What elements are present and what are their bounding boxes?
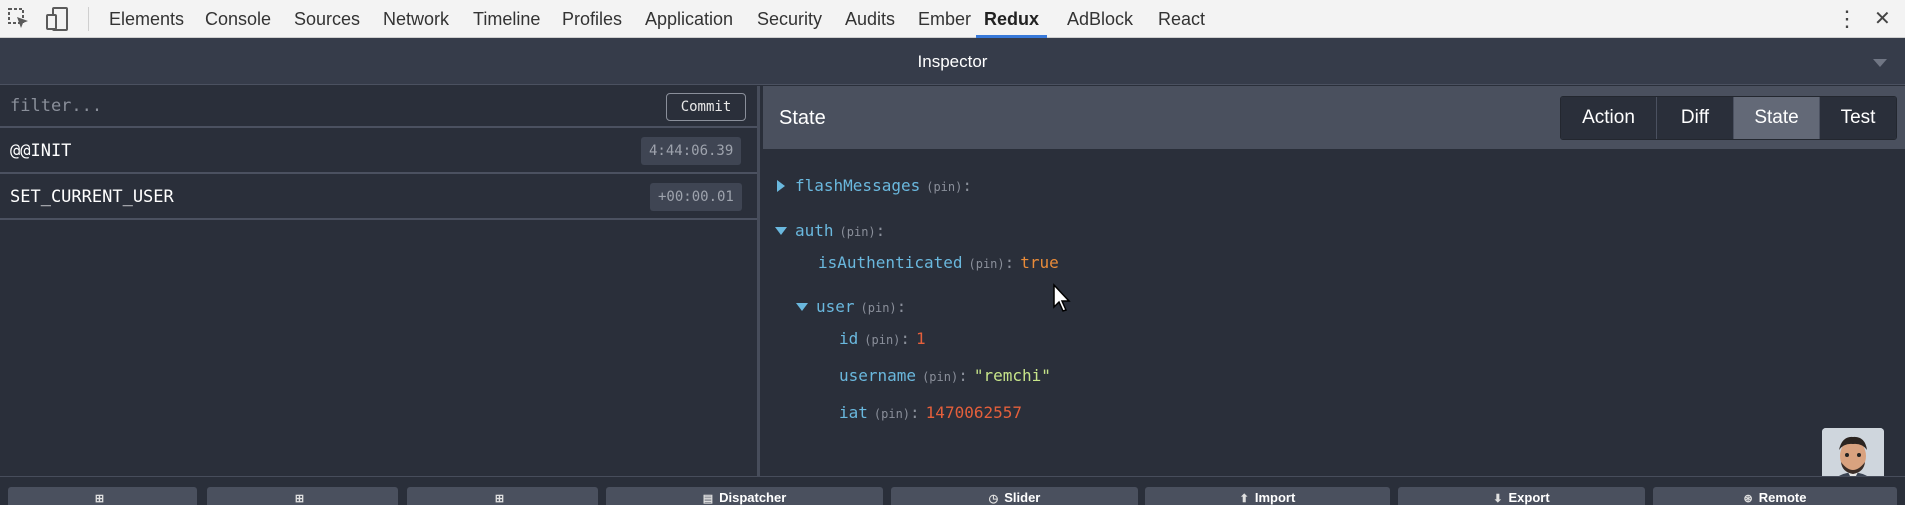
mouse-cursor-icon [1053, 283, 1071, 312]
pin-link[interactable]: (pin) [861, 301, 897, 315]
pin-link[interactable]: (pin) [840, 225, 876, 239]
value-number: 1470062557 [925, 403, 1022, 422]
export-button[interactable]: ⬇ Export [1398, 487, 1645, 505]
layout-icon: ⊞ [494, 493, 505, 505]
devtools-tab-bar: Elements Console Sources Network Timelin… [0, 0, 1905, 38]
tab-network[interactable]: Network [383, 0, 449, 38]
action-timestamp: 4:44:06.39 [641, 137, 742, 165]
action-name: SET_CURRENT_USER [10, 187, 174, 207]
tree-node-isauthenticated: isAuthenticated (pin): true [818, 253, 1059, 272]
tab-timeline[interactable]: Timeline [473, 0, 540, 38]
upload-icon: ⬆ [1239, 493, 1249, 505]
tab-test[interactable]: Test [1820, 97, 1896, 139]
layout-icon: ⊞ [94, 493, 105, 505]
pin-link[interactable]: (pin) [864, 333, 900, 347]
tab-console[interactable]: Console [205, 0, 271, 38]
close-icon[interactable]: ✕ [1874, 0, 1891, 38]
tree-node-username: username (pin): "remchi" [839, 366, 1051, 385]
tab-ember[interactable]: Ember [918, 0, 971, 38]
inspector-title: Inspector [917, 52, 988, 71]
device-toolbar-icon[interactable] [44, 6, 70, 32]
tab-audits[interactable]: Audits [845, 0, 895, 38]
more-menu-icon[interactable]: ⋮ [1836, 0, 1858, 38]
filter-row: Commit [0, 86, 757, 128]
dispatcher-icon: ▤ [702, 493, 714, 505]
tab-state[interactable]: State [1734, 97, 1820, 139]
tab-profiles[interactable]: Profiles [562, 0, 622, 38]
collapse-arrow-icon[interactable] [796, 303, 808, 311]
pin-link[interactable]: (pin) [874, 407, 910, 421]
pin-link[interactable]: (pin) [926, 180, 962, 194]
tree-node-flashmessages[interactable]: flashMessages (pin): [777, 176, 972, 195]
layout-button[interactable]: ⊞ [407, 487, 598, 505]
slider-button[interactable]: ◷ Slider [891, 487, 1138, 505]
action-item[interactable]: @@INIT 4:44:06.39 [0, 128, 757, 174]
pin-link[interactable]: (pin) [922, 370, 958, 384]
layout-button[interactable]: ⊞ [8, 487, 197, 505]
tree-node-id: id (pin): 1 [839, 329, 926, 348]
pin-link[interactable]: (pin) [969, 257, 1005, 271]
value-string: "remchi" [973, 366, 1051, 385]
toolbar-divider [88, 7, 89, 31]
import-button[interactable]: ⬆ Import [1145, 487, 1390, 505]
chevron-down-icon[interactable] [1873, 59, 1887, 67]
state-panel-header: State Action Diff State Test [763, 86, 1905, 149]
tab-redux[interactable]: Redux [976, 0, 1048, 38]
action-timestamp: +00:00.01 [650, 183, 742, 211]
tab-security[interactable]: Security [757, 0, 822, 38]
tab-application[interactable]: Application [645, 0, 733, 38]
inspect-element-icon[interactable] [6, 6, 32, 32]
tab-sources[interactable]: Sources [294, 0, 360, 38]
expand-arrow-icon[interactable] [777, 180, 785, 192]
remote-button[interactable]: ⊛ Remote [1653, 487, 1897, 505]
tree-node-iat: iat (pin): 1470062557 [839, 403, 1022, 422]
tab-elements[interactable]: Elements [109, 0, 184, 38]
tree-node-auth[interactable]: auth (pin): [775, 221, 885, 240]
tab-adblock[interactable]: AdBlock [1067, 0, 1133, 38]
panel-title: State [779, 107, 826, 129]
tab-diff[interactable]: Diff [1657, 97, 1734, 139]
dispatcher-button[interactable]: ▤ Dispatcher [606, 487, 883, 505]
filter-input[interactable] [0, 86, 650, 126]
tree-node-user[interactable]: user (pin): [796, 297, 906, 316]
remote-icon: ⊛ [1743, 493, 1753, 505]
action-list-panel: Commit @@INIT 4:44:06.39 SET_CURRENT_USE… [0, 86, 760, 476]
commit-button[interactable]: Commit [666, 93, 746, 121]
tab-react[interactable]: React [1158, 0, 1205, 38]
clock-icon: ◷ [988, 493, 999, 505]
state-panel: State Action Diff State Test flashMessag… [763, 86, 1905, 476]
value-number: 1 [916, 329, 926, 348]
action-name: @@INIT [10, 141, 72, 161]
view-tabs: Action Diff State Test [1560, 96, 1897, 140]
layout-button[interactable]: ⊞ [207, 487, 398, 505]
action-item[interactable]: SET_CURRENT_USER +00:00.01 [0, 174, 757, 220]
collapse-arrow-icon[interactable] [775, 227, 787, 235]
inspector-header: Inspector [0, 38, 1905, 85]
monitor-bottom-bar: ⊞ ⊞ ⊞ ▤ Dispatcher ◷ Slider ⬆ Import ⬇ Expor… [0, 476, 1905, 505]
download-icon: ⬇ [1493, 493, 1503, 505]
tab-action[interactable]: Action [1561, 97, 1657, 139]
value-boolean: true [1020, 253, 1059, 272]
layout-icon: ⊞ [294, 493, 305, 505]
